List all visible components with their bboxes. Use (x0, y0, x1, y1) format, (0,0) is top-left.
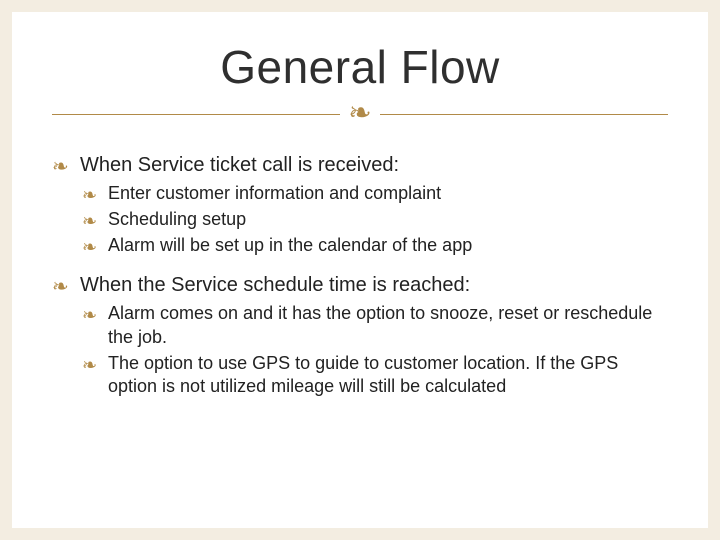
bullet-text: The option to use GPS to guide to custom… (108, 353, 618, 397)
list-item: ❧ Scheduling setup (52, 208, 668, 232)
flourish-icon: ❧ (82, 304, 97, 328)
list-item: ❧ Enter customer information and complai… (52, 182, 668, 206)
flourish-icon: ❧ (82, 236, 97, 260)
bullet-text: Alarm comes on and it has the option to … (108, 303, 652, 347)
list-item: ❧ Alarm comes on and it has the option t… (52, 302, 668, 350)
rule-right (380, 114, 668, 115)
list-item: ❧ Alarm will be set up in the calendar o… (52, 234, 668, 258)
bullet-text: Enter customer information and complaint (108, 183, 441, 203)
bullet-text: Alarm will be set up in the calendar of … (108, 235, 472, 255)
title-divider: ❧ (52, 100, 668, 128)
flourish-icon: ❧ (340, 100, 379, 128)
slide: General Flow ❧ ❧ When Service ticket cal… (12, 12, 708, 528)
slide-title: General Flow (52, 40, 668, 94)
section-heading: When the Service schedule time is reache… (80, 274, 470, 296)
section-heading: When Service ticket call is received: (80, 154, 399, 176)
flourish-icon: ❧ (82, 354, 97, 378)
list-item: ❧ The option to use GPS to guide to cust… (52, 352, 668, 400)
flourish-icon: ❧ (82, 210, 97, 234)
list-item: ❧ When Service ticket call is received: (52, 152, 668, 178)
flourish-icon: ❧ (82, 184, 97, 208)
slide-content: ❧ When Service ticket call is received: … (52, 152, 668, 399)
flourish-icon: ❧ (52, 154, 69, 180)
flourish-icon: ❧ (52, 274, 69, 300)
rule-left (52, 114, 340, 115)
list-item: ❧ When the Service schedule time is reac… (52, 272, 668, 298)
bullet-text: Scheduling setup (108, 209, 246, 229)
